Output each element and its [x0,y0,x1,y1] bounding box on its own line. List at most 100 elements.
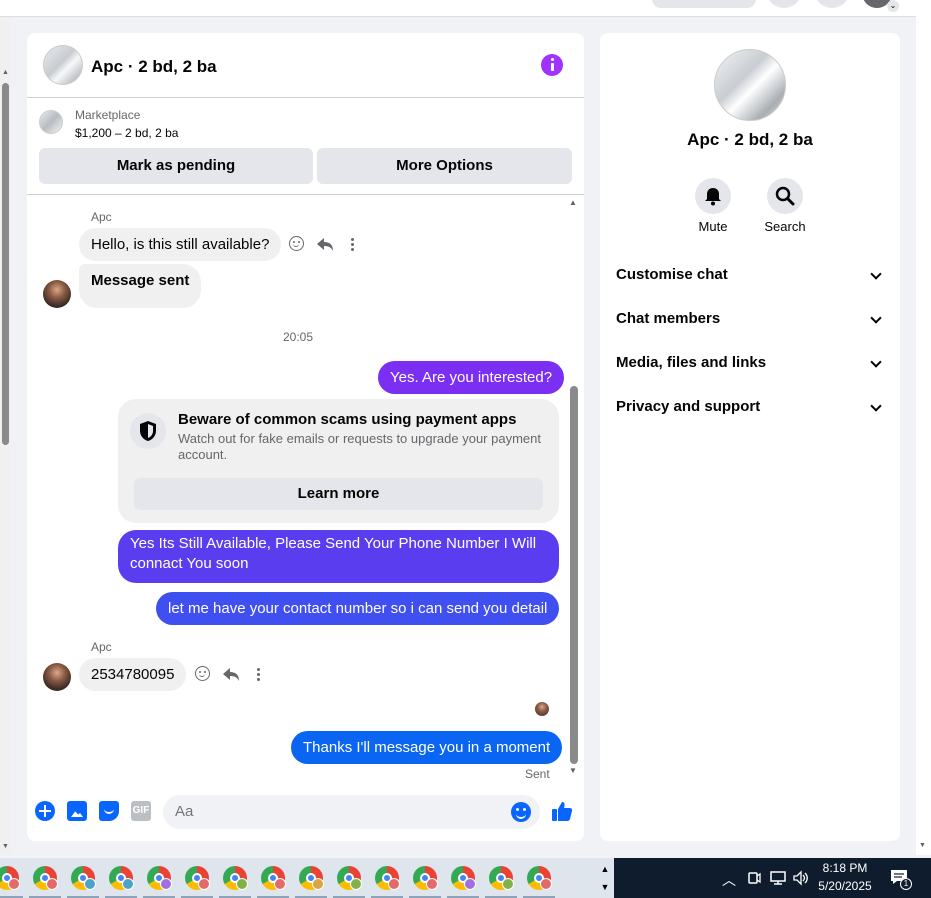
listing-avatar[interactable] [43,45,83,85]
scam-warning-card: Beware of common scams using payment app… [118,399,559,523]
thumbs-up-icon[interactable] [551,800,573,822]
clock-time[interactable]: 8:18 PM [810,861,880,875]
mute-button[interactable] [695,178,731,214]
notification-count-badge: 1 [900,878,912,890]
message-composer[interactable] [163,795,540,829]
bell-icon [705,188,721,206]
chrome-taskbar-icon[interactable] [523,866,555,898]
react-smiley-icon[interactable] [289,236,304,251]
page-scrollbar-thumb[interactable] [2,83,9,445]
profile-badge-icon [350,878,362,890]
chevron-down-icon [870,356,882,368]
clock-date[interactable]: 5/20/2025 [810,879,880,893]
message-timestamp: 20:05 [283,330,314,344]
chrome-taskbar-icon[interactable] [219,866,251,898]
chrome-taskbar-icon[interactable] [485,866,517,898]
marketplace-label: Marketplace [75,108,141,122]
message-status: Sent [525,767,550,781]
outgoing-message[interactable]: Yes Its Still Available, Please Send You… [118,530,559,583]
learn-more-button[interactable]: Learn more [134,478,543,510]
reply-icon[interactable] [316,235,334,253]
mark-as-pending-button[interactable]: Mark as pending [39,148,313,184]
incoming-message[interactable]: Hello, is this still available? [79,228,282,261]
profile-badge-icon [198,878,210,890]
window-right-edge: ▼ [916,0,931,855]
scroll-up-arrow[interactable]: ▲ [1,69,10,76]
section-label: Customise chat [616,266,728,283]
chat-title[interactable]: Apc · 2 bd, 2 ba [91,57,217,77]
scroll-down-arrow[interactable]: ▼ [919,842,926,849]
profile-badge-icon [502,878,514,890]
messages-scrollbar[interactable]: ▲ ▼ [567,198,581,778]
top-nav-menu-button[interactable] [766,0,802,8]
reply-icon[interactable] [222,665,240,683]
chrome-taskbar-icon[interactable] [181,866,213,898]
react-smiley-icon[interactable] [195,666,210,681]
chrome-taskbar-icon[interactable] [371,866,403,898]
profile-badge-icon [464,878,476,890]
listing-thumbnail[interactable] [39,110,63,134]
listing-price: $1,200 – 2 bd, 2 ba [75,126,179,140]
outgoing-message[interactable]: Thanks I'll message you in a moment [291,731,563,764]
search-icon [775,186,795,206]
outgoing-message[interactable]: let me have your contact number so i can… [156,592,560,625]
search-label: Search [764,219,806,234]
chrome-taskbar-icon[interactable] [67,866,99,898]
section-label: Media, files and links [616,354,767,371]
volume-icon[interactable] [792,870,810,886]
search-button[interactable] [767,178,803,214]
section-label: Chat members [616,310,721,327]
chrome-taskbar-icon[interactable] [409,866,441,898]
chevron-down-icon[interactable]: ⌄ [887,0,899,12]
chrome-taskbar-icon[interactable] [333,866,365,898]
chrome-taskbar-icon[interactable] [257,866,289,898]
shield-icon [130,413,166,449]
header-divider [27,194,584,195]
more-options-button[interactable]: More Options [317,148,572,184]
chrome-taskbar-icon[interactable] [295,866,327,898]
chrome-taskbar-icon[interactable] [143,866,175,898]
scroll-up-arrow[interactable]: ▲ [569,198,577,207]
sender-avatar[interactable] [43,663,71,691]
incoming-message[interactable]: 2534780095 [79,658,187,691]
chrome-taskbar-icon[interactable] [447,866,479,898]
top-nav-notifications-button[interactable] [814,0,850,8]
more-actions-icon[interactable] [256,666,260,684]
chrome-taskbar-icon[interactable] [29,866,61,898]
profile-badge-icon [236,878,248,890]
scam-warning-title: Beware of common scams using payment app… [178,411,517,428]
photo-icon[interactable] [67,801,87,821]
messages-scrollbar-thumb[interactable] [570,386,578,764]
message-input[interactable] [175,803,495,820]
scroll-down-arrow[interactable]: ▼ [1,843,10,850]
profile-badge-icon [84,878,96,890]
sender-avatar[interactable] [43,280,71,308]
meet-now-icon[interactable] [746,870,762,886]
profile-badge-icon [122,878,134,890]
outgoing-message[interactable]: Yes. Are you interested? [378,361,565,394]
more-actions-icon[interactable] [350,236,354,254]
profile-badge-icon [8,878,20,890]
top-nav-pill[interactable] [652,0,756,8]
info-icon[interactable] [541,54,563,76]
profile-badge-icon [274,878,286,890]
plus-icon[interactable] [35,801,55,821]
section-label: Privacy and support [616,398,761,415]
media-files-links-section[interactable]: Media, files and links [616,354,884,376]
taskbar-scroll-arrows[interactable]: ▲ ▼ [599,860,611,896]
profile-badge-icon [312,878,324,890]
chat-members-section[interactable]: Chat members [616,310,884,332]
chrome-taskbar-icon[interactable] [105,866,137,898]
sticker-icon[interactable] [99,801,119,821]
privacy-support-section[interactable]: Privacy and support [616,398,884,420]
page-scrollbar[interactable]: ▲ ▼ [0,17,11,855]
gif-icon[interactable]: GIF [131,801,151,821]
network-icon[interactable] [769,870,787,886]
incoming-message-sent-notice[interactable]: Message sent [79,264,202,308]
listing-avatar-large[interactable] [714,49,786,121]
chevron-up-icon[interactable]: ︿ [722,870,736,890]
customise-chat-section[interactable]: Customise chat [616,266,884,288]
chrome-taskbar-icon[interactable] [0,866,23,898]
emoji-icon[interactable] [511,802,531,822]
scroll-down-arrow[interactable]: ▼ [569,766,577,775]
